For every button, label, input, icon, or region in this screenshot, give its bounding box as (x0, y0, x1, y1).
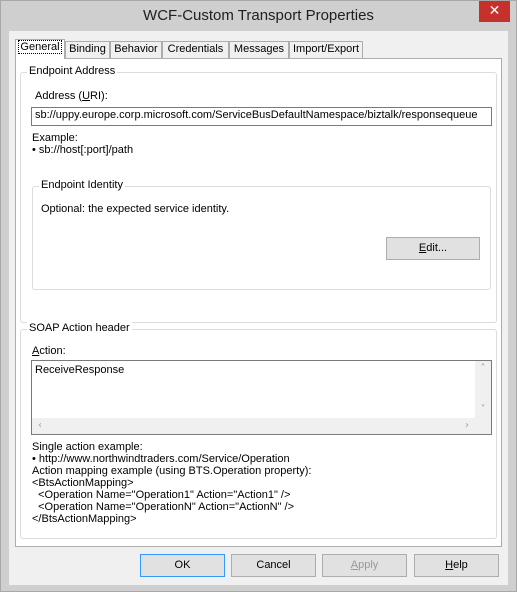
general-tab-page: Endpoint Address Address (URI): sb://upp… (15, 58, 502, 547)
soap-example-line: • http://www.northwindtraders.com/Servic… (32, 453, 290, 465)
title-bar[interactable]: WCF-Custom Transport Properties ✕ (1, 1, 516, 31)
tab-messages[interactable]: Messages (229, 41, 289, 58)
soap-action-group-label: SOAP Action header (27, 322, 132, 334)
tab-credentials[interactable]: Credentials (162, 41, 229, 58)
address-example-line: • sb://host[:port]/path (32, 144, 134, 156)
scrollbar-corner (475, 418, 491, 434)
scroll-right-icon[interactable]: › (459, 418, 475, 434)
soap-action-group: SOAP Action header Action: ReceiveRespon… (20, 322, 497, 539)
edit-identity-button[interactable]: Edit... (386, 237, 480, 260)
endpoint-address-group-label: Endpoint Address (27, 65, 118, 77)
endpoint-identity-group: Endpoint Identity Optional: the expected… (32, 179, 491, 290)
scroll-left-icon[interactable]: ‹ (32, 418, 48, 434)
apply-button[interactable]: Apply (322, 554, 407, 577)
address-label: Address (URI): (35, 90, 108, 102)
dialog-client-area: General Binding Behavior Credentials Mes… (9, 31, 508, 585)
soap-example-line: <Operation Name="Operation1" Action="Act… (32, 489, 291, 501)
ok-button[interactable]: OK (140, 554, 225, 577)
close-icon: ✕ (488, 3, 501, 19)
tab-general[interactable]: General (15, 39, 65, 59)
scroll-up-icon[interactable]: ˄ (475, 361, 491, 377)
endpoint-address-group: Endpoint Address Address (URI): sb://upp… (20, 65, 497, 323)
soap-example-line: <Operation Name="OperationN" Action="Act… (32, 501, 295, 513)
tab-import-export[interactable]: Import/Export (289, 41, 363, 58)
properties-dialog: WCF-Custom Transport Properties ✕ Genera… (0, 0, 517, 592)
action-label: Action: (32, 345, 66, 357)
window-title: WCF-Custom Transport Properties (143, 7, 374, 24)
address-uri-input[interactable]: sb://uppy.europe.corp.microsoft.com/Serv… (31, 107, 492, 126)
soap-example-line: <BtsActionMapping> (32, 477, 134, 489)
soap-example-line: Action mapping example (using BTS.Operat… (32, 465, 312, 477)
tab-behavior[interactable]: Behavior (110, 41, 162, 58)
endpoint-identity-description: Optional: the expected service identity. (41, 203, 230, 215)
help-button[interactable]: Help (414, 554, 499, 577)
scroll-down-icon[interactable]: ˅ (475, 402, 491, 418)
close-button[interactable]: ✕ (479, 1, 510, 22)
action-value: ReceiveResponse (35, 364, 125, 376)
soap-example-line: </BtsActionMapping> (32, 513, 137, 525)
action-textarea[interactable]: ReceiveResponse ˄ ˅ ‹ › (31, 360, 492, 435)
tab-binding[interactable]: Binding (65, 41, 110, 58)
vertical-scrollbar[interactable]: ˄ ˅ (475, 361, 491, 418)
soap-example-line: Single action example: (32, 441, 143, 453)
horizontal-scrollbar[interactable]: ‹ › (32, 418, 475, 434)
address-example-title: Example: (32, 132, 78, 144)
cancel-button[interactable]: Cancel (231, 554, 316, 577)
endpoint-identity-group-label: Endpoint Identity (39, 179, 125, 191)
